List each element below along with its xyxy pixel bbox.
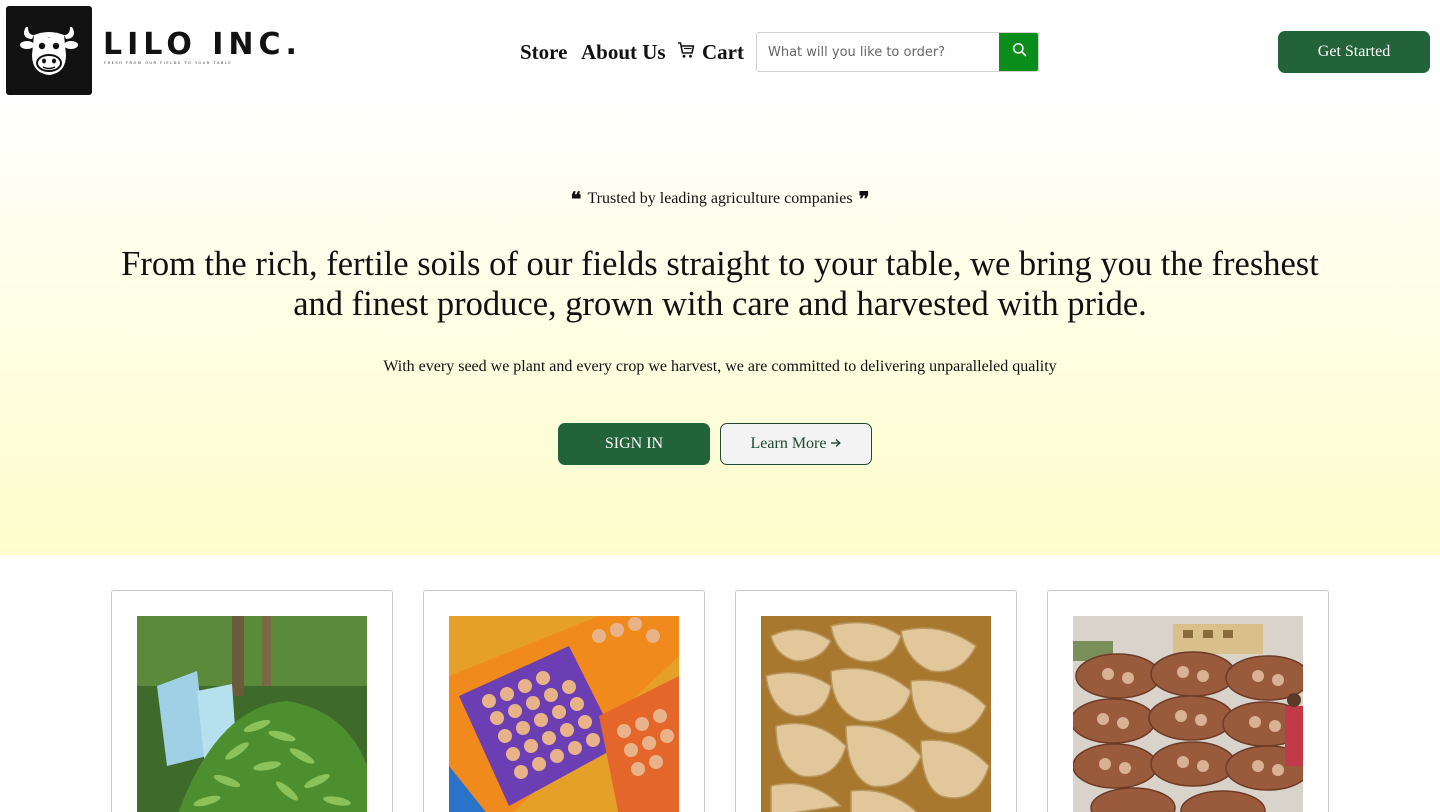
learn-more-button[interactable]: Learn More	[720, 423, 872, 465]
search-icon	[1012, 42, 1027, 62]
onion-sacks-photo	[1073, 616, 1303, 812]
logo[interactable]	[6, 6, 92, 95]
ginger-photo	[761, 616, 991, 812]
hero-headline: From the rich, fertile soils of our fiel…	[121, 245, 1319, 323]
trusted-text: Trusted by leading agriculture companies	[587, 190, 853, 207]
hero-subline: With every seed we plant and every crop …	[383, 358, 1057, 375]
product-grid	[0, 590, 1440, 812]
arrow-right-icon	[830, 435, 842, 453]
product-card[interactable]	[735, 590, 1017, 812]
cart-icon	[677, 41, 695, 59]
sign-in-button[interactable]: SIGN IN	[558, 423, 710, 465]
cucumbers-photo	[137, 616, 367, 812]
product-card[interactable]	[111, 590, 393, 812]
search-button[interactable]	[999, 33, 1038, 71]
nav-cart-link[interactable]: Cart	[677, 38, 744, 66]
brand-tagline: Fresh from our fields to your table	[104, 61, 233, 65]
nav-cart-label: Cart	[702, 40, 744, 64]
nav-about-link[interactable]: About Us	[581, 38, 666, 66]
learn-more-label: Learn More	[750, 435, 827, 452]
product-card[interactable]	[1047, 590, 1329, 812]
product-card[interactable]	[423, 590, 705, 812]
get-started-button[interactable]: Get Started	[1278, 31, 1430, 73]
trusted-banner: ❝ Trusted by leading agriculture compani…	[0, 187, 1440, 211]
search-input[interactable]	[757, 33, 999, 71]
brand-name: LILO INC.	[103, 27, 302, 62]
hero-section: ❝ Trusted by leading agriculture compani…	[0, 104, 1440, 555]
open-quote-icon: ❝	[570, 187, 582, 211]
site-header: LILO INC. Fresh from our fields to your …	[0, 0, 1440, 104]
close-quote-icon: ❞	[858, 187, 870, 211]
search-bar	[756, 32, 1039, 72]
cow-head-icon	[16, 15, 82, 86]
nav-store-link[interactable]: Store	[520, 38, 567, 66]
eggs-photo	[449, 616, 679, 812]
